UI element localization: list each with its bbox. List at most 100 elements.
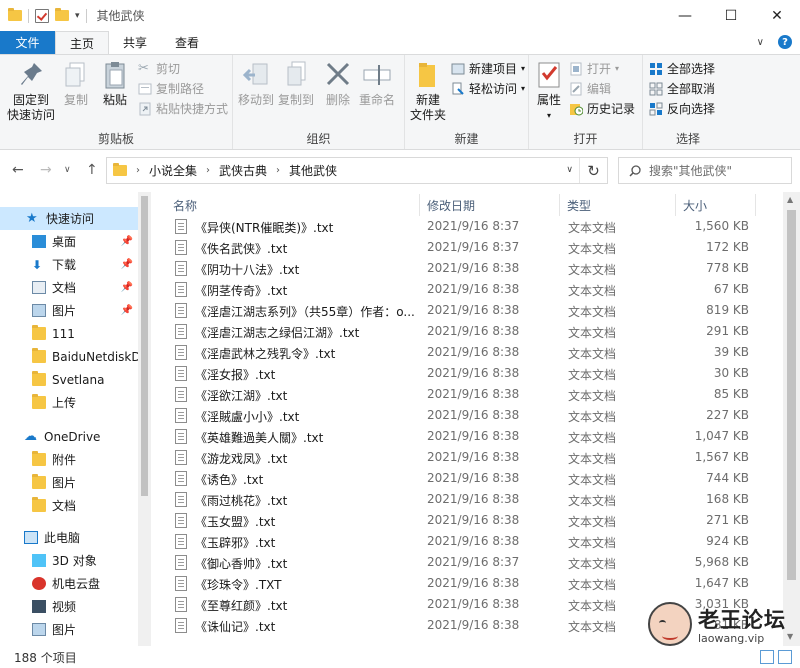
table-row[interactable]: 《淫欲江湖》.txt 2021/9/16 8:38 文本文档 85 KB	[169, 384, 769, 405]
breadcrumb-item[interactable]: 小说全集	[149, 162, 197, 179]
table-row[interactable]: 《英雄難過美人關》.txt 2021/9/16 8:38 文本文档 1,047 KB	[169, 426, 769, 447]
properties-button[interactable]: 属性 ▾	[533, 59, 565, 123]
delete-button[interactable]: 删除	[323, 59, 353, 108]
nav-onedrive[interactable]: ☁ OneDrive	[0, 425, 151, 448]
breadcrumb-item[interactable]: 武侠古典	[219, 162, 267, 179]
details-view-icon[interactable]	[760, 650, 774, 664]
nav-item-attachments[interactable]: 附件	[0, 448, 151, 471]
scroll-up-icon[interactable]: ▲	[787, 195, 793, 204]
scissors-icon: ✂	[138, 60, 149, 76]
nav-item-cloud-disk[interactable]: 机电云盘	[0, 572, 151, 595]
table-row[interactable]: 《诱色》.txt 2021/9/16 8:38 文本文档 744 KB	[169, 468, 769, 489]
table-row[interactable]: 《御心香帅》.txt 2021/9/16 8:37 文本文档 5,968 KB	[169, 552, 769, 573]
breadcrumb-chevron-icon[interactable]: ›	[276, 165, 280, 176]
paste-shortcut-button[interactable]: 粘贴快捷方式	[138, 99, 228, 118]
table-row[interactable]: 《玉辟邪》.txt 2021/9/16 8:38 文本文档 924 KB	[169, 531, 769, 552]
breadcrumb-chevron-icon[interactable]: ›	[136, 165, 140, 176]
nav-item-svetlana[interactable]: Svetlana	[0, 368, 151, 391]
maximize-button[interactable]: ☐	[708, 0, 754, 31]
nav-item-3d-objects[interactable]: 3D 对象	[0, 549, 151, 572]
nav-item-pc-pictures[interactable]: 图片	[0, 618, 151, 641]
history-button[interactable]: 历史记录	[569, 99, 635, 118]
pin-icon[interactable]: 📌	[121, 282, 133, 293]
minimize-button[interactable]: —	[662, 0, 708, 31]
pin-icon[interactable]: 📌	[121, 259, 133, 270]
nav-scrollbar-thumb[interactable]	[141, 196, 148, 496]
nav-this-pc[interactable]: 此电脑	[0, 526, 151, 549]
address-bar[interactable]: › 小说全集 › 武侠古典 › 其他武侠 ∨ ↻	[106, 157, 608, 184]
breadcrumb-item[interactable]: 其他武侠	[289, 162, 337, 179]
table-row[interactable]: 《阴功十八法》.txt 2021/9/16 8:38 文本文档 778 KB	[169, 258, 769, 279]
file-list-scrollbar-thumb[interactable]	[787, 210, 796, 580]
select-none-button[interactable]: 全部取消	[649, 79, 715, 98]
nav-item-documents[interactable]: 文档 📌	[0, 276, 151, 299]
nav-item-upload[interactable]: 上传	[0, 391, 151, 414]
move-to-button[interactable]: 移动到	[237, 59, 275, 108]
table-row[interactable]: 《淫女报》.txt 2021/9/16 8:38 文本文档 30 KB	[169, 363, 769, 384]
recent-locations-chevron-icon[interactable]: ∨	[64, 165, 71, 175]
search-input[interactable]: 搜索"其他武侠"	[618, 157, 792, 184]
paste-button[interactable]: 粘贴	[98, 59, 132, 108]
tab-home[interactable]: 主页	[55, 31, 110, 54]
table-row[interactable]: 《淫虐江湖志系列》（共55章）作者：o... 2021/9/16 8:38 文本文档…	[169, 300, 769, 321]
table-row[interactable]: 《淫虐武林之残乳令》.txt 2021/9/16 8:38 文本文档 39 KB	[169, 342, 769, 363]
table-row[interactable]: 《珍珠令》.TXT 2021/9/16 8:38 文本文档 1,647 KB	[169, 573, 769, 594]
select-all-button[interactable]: 全部选择	[649, 59, 715, 78]
table-row[interactable]: 《玉女盟》.txt 2021/9/16 8:38 文本文档 271 KB	[169, 510, 769, 531]
refresh-icon[interactable]: ↻	[579, 158, 607, 183]
nav-quick-access[interactable]: ★ 快速访问	[0, 207, 151, 230]
new-folder-button[interactable]: 新建 文件夹	[407, 59, 449, 123]
up-arrow-icon[interactable]: ↑	[86, 162, 98, 178]
pin-icon[interactable]: 📌	[121, 305, 133, 316]
column-header-name[interactable]: 名称	[173, 194, 197, 216]
close-button[interactable]: ✕	[754, 0, 800, 31]
large-icons-view-icon[interactable]	[778, 650, 792, 664]
file-size: 1,047 KB	[694, 429, 749, 443]
pin-icon[interactable]: 📌	[121, 236, 133, 247]
file-size: 924 KB	[706, 534, 749, 548]
rename-button[interactable]: 重命名	[357, 59, 397, 108]
easy-access-button[interactable]: 轻松访问 ▾	[451, 79, 525, 98]
column-header-date[interactable]: 修改日期	[427, 194, 475, 216]
column-header-size[interactable]: 大小	[683, 194, 707, 216]
nav-item-desktop[interactable]: 桌面 📌	[0, 230, 151, 253]
table-row[interactable]: 《佚名武侠》.txt 2021/9/16 8:37 文本文档 172 KB	[169, 237, 769, 258]
edit-button[interactable]: 编辑	[569, 79, 611, 98]
tab-view[interactable]: 查看	[161, 31, 213, 54]
nav-item-downloads[interactable]: ⬇ 下载 📌	[0, 253, 151, 276]
forward-arrow-icon[interactable]: →	[40, 162, 52, 178]
address-history-chevron-icon[interactable]: ∨	[566, 165, 573, 175]
open-button[interactable]: 打开 ▾	[569, 59, 619, 78]
file-list-scrollbar[interactable]: ▲ ▼	[783, 192, 800, 646]
table-row[interactable]: 《淫虐江湖志之绿侣江湖》.txt 2021/9/16 8:38 文本文档 291 KB	[169, 321, 769, 342]
copy-path-button[interactable]: 复制路径	[138, 79, 204, 98]
table-row[interactable]: 《雨过桃花》.txt 2021/9/16 8:38 文本文档 168 KB	[169, 489, 769, 510]
ribbon-collapse-chevron-icon[interactable]: ∨	[757, 37, 764, 48]
nav-item-onedrive-documents[interactable]: 文档	[0, 494, 151, 517]
new-folder-quick-icon[interactable]	[55, 8, 69, 21]
nav-item-videos[interactable]: 视频	[0, 595, 151, 618]
nav-scrollbar[interactable]	[138, 192, 151, 646]
nav-item-pictures[interactable]: 图片 📌	[0, 299, 151, 322]
pin-quick-access-button[interactable]: 固定到 快速访问	[6, 59, 56, 123]
invert-selection-button[interactable]: 反向选择	[649, 99, 715, 118]
table-row[interactable]: 《阴茎传奇》.txt 2021/9/16 8:38 文本文档 67 KB	[169, 279, 769, 300]
breadcrumb-chevron-icon[interactable]: ›	[206, 165, 210, 176]
column-header-type[interactable]: 类型	[567, 194, 591, 216]
customize-toolbar-chevron-icon[interactable]: ▾	[75, 11, 80, 21]
table-row[interactable]: 《游龙戏凤》.txt 2021/9/16 8:38 文本文档 1,567 KB	[169, 447, 769, 468]
nav-item-baidu-download[interactable]: BaiduNetdiskDownload	[0, 345, 151, 368]
copy-button[interactable]: 复制	[60, 59, 92, 108]
properties-check-icon[interactable]	[35, 8, 49, 23]
new-item-button[interactable]: 新建项目 ▾	[451, 59, 525, 78]
help-icon[interactable]: ?	[778, 35, 792, 49]
tab-file[interactable]: 文件	[0, 31, 55, 54]
table-row[interactable]: 《淫賊盧小小》.txt 2021/9/16 8:38 文本文档 227 KB	[169, 405, 769, 426]
nav-item-folder-111[interactable]: 111	[0, 322, 151, 345]
table-row[interactable]: 《异侠(NTR催眠类)》.txt 2021/9/16 8:37 文本文档 1,560 …	[169, 216, 769, 237]
back-arrow-icon[interactable]: ←	[12, 162, 24, 178]
cut-button[interactable]: ✂ 剪切	[138, 59, 180, 78]
tab-share[interactable]: 共享	[109, 31, 161, 54]
copy-to-button[interactable]: 复制到	[277, 59, 315, 108]
nav-item-onedrive-pictures[interactable]: 图片	[0, 471, 151, 494]
